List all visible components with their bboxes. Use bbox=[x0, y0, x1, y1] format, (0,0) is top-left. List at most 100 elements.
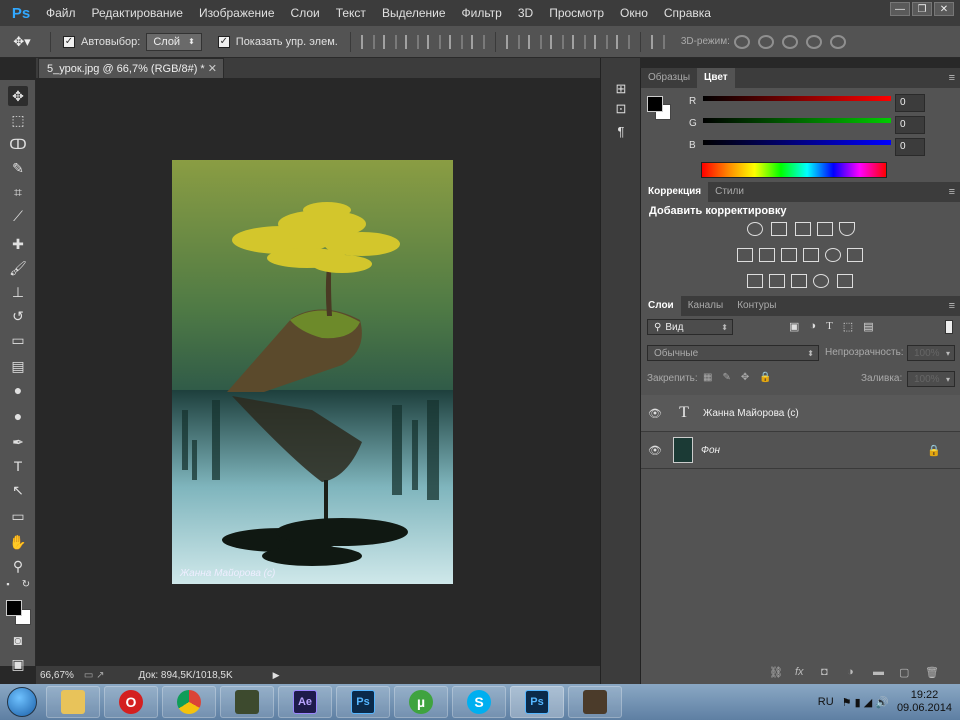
healing-brush-tool-icon[interactable]: ✚ bbox=[8, 234, 28, 254]
marquee-tool-icon[interactable]: ⬚ bbox=[8, 110, 28, 130]
3d-pan-icon[interactable] bbox=[781, 34, 798, 49]
delete-layer-icon[interactable]: 🗑 bbox=[925, 666, 939, 679]
auto-align-icon[interactable] bbox=[650, 34, 665, 49]
lasso-tool-icon[interactable]: ↀ bbox=[8, 134, 28, 154]
menu-help[interactable]: Справка bbox=[656, 0, 719, 26]
show-transform-checkbox[interactable]: ✓ bbox=[217, 35, 230, 48]
document-tab[interactable]: 5_урок.jpg @ 66,7% (RGB/8#) * ✕ bbox=[38, 58, 224, 78]
3d-scale-icon[interactable] bbox=[829, 34, 846, 49]
quick-select-tool-icon[interactable]: ✎ bbox=[8, 158, 28, 178]
history-panel-icon[interactable]: ⊞ bbox=[611, 80, 631, 98]
menu-image[interactable]: Изображение bbox=[191, 0, 283, 26]
gradient-map-icon[interactable] bbox=[837, 274, 853, 288]
taskbar-utorrent[interactable]: µ bbox=[394, 686, 448, 718]
menu-select[interactable]: Выделение bbox=[374, 0, 454, 26]
taskbar-photoshop[interactable]: Ps bbox=[336, 686, 390, 718]
menu-type[interactable]: Текст bbox=[328, 0, 374, 26]
blur-tool-icon[interactable]: ● bbox=[8, 380, 28, 400]
black-white-icon[interactable] bbox=[781, 248, 797, 262]
rectangle-tool-icon[interactable]: ▭ bbox=[8, 506, 28, 526]
align-right-icon[interactable] bbox=[470, 34, 485, 49]
tab-channels[interactable]: Каналы bbox=[681, 296, 731, 316]
crop-tool-icon[interactable]: ⌗ bbox=[8, 182, 28, 202]
color-lookup-icon[interactable] bbox=[847, 248, 863, 262]
screen-mode-icon[interactable]: ▣ bbox=[8, 654, 28, 674]
layer-name[interactable]: Фон bbox=[701, 445, 720, 456]
language-indicator[interactable]: RU bbox=[818, 696, 834, 708]
distribute-left-icon[interactable] bbox=[571, 34, 586, 49]
3d-roll-icon[interactable] bbox=[757, 34, 774, 49]
filter-shape-icon[interactable]: ⬚ bbox=[843, 320, 853, 333]
fill-field[interactable]: 100% ▾ bbox=[907, 371, 955, 387]
color-balance-icon[interactable] bbox=[759, 248, 775, 262]
default-colors-icon[interactable]: ▪ bbox=[2, 578, 14, 590]
align-bottom-icon[interactable] bbox=[404, 34, 419, 49]
start-button[interactable] bbox=[0, 684, 44, 720]
dodge-tool-icon[interactable]: ● bbox=[8, 406, 28, 426]
align-hcenter-icon[interactable] bbox=[448, 34, 463, 49]
close-icon[interactable]: ✕ bbox=[934, 2, 954, 16]
layer-row-text[interactable]: 👁 T Жанна Майорова (с) bbox=[641, 395, 960, 432]
foreground-color-swatch[interactable] bbox=[6, 600, 22, 616]
distribute-hcenter-icon[interactable] bbox=[593, 34, 608, 49]
filter-smart-icon[interactable]: ▤ bbox=[863, 320, 873, 333]
visibility-eye-icon[interactable]: 👁 bbox=[641, 407, 669, 420]
layer-style-icon[interactable]: fx bbox=[795, 666, 809, 678]
align-vcenter-icon[interactable] bbox=[382, 34, 397, 49]
hand-tool-icon[interactable]: ✋ bbox=[8, 532, 28, 552]
tab-swatches[interactable]: Образцы bbox=[641, 68, 697, 88]
posterize-icon[interactable] bbox=[769, 274, 785, 288]
visibility-eye-icon[interactable]: 👁 bbox=[641, 444, 669, 457]
taskbar-skype[interactable]: S bbox=[452, 686, 506, 718]
lock-pixels-icon[interactable]: ✎ bbox=[722, 372, 730, 383]
exposure-icon[interactable] bbox=[817, 222, 833, 236]
document-image[interactable] bbox=[172, 160, 453, 584]
levels-icon[interactable] bbox=[771, 222, 787, 236]
autoselect-checkbox[interactable]: ✓ bbox=[63, 35, 75, 48]
distribute-top-icon[interactable] bbox=[505, 34, 520, 49]
new-adjustment-layer-icon[interactable]: ◑ bbox=[847, 666, 861, 678]
panel-menu-icon[interactable]: ≡ bbox=[949, 300, 955, 312]
move-tool-icon[interactable]: ✥ bbox=[8, 86, 28, 106]
3d-slide-icon[interactable] bbox=[805, 34, 822, 49]
menu-3d[interactable]: 3D bbox=[510, 0, 541, 26]
tab-styles[interactable]: Стили bbox=[708, 182, 751, 202]
new-layer-icon[interactable]: ▢ bbox=[899, 666, 913, 679]
menu-window[interactable]: Окно bbox=[612, 0, 656, 26]
filter-type-icon[interactable]: T bbox=[826, 320, 833, 333]
filter-toggle[interactable] bbox=[945, 320, 953, 334]
b-value[interactable]: 0 bbox=[895, 138, 925, 156]
panel-menu-icon[interactable]: ≡ bbox=[949, 186, 955, 198]
quick-mask-icon[interactable]: ◙ bbox=[8, 630, 28, 650]
close-tab-icon[interactable]: ✕ bbox=[208, 62, 217, 75]
clock[interactable]: 19:22 09.06.2014 bbox=[897, 689, 952, 715]
g-value[interactable]: 0 bbox=[895, 116, 925, 134]
eraser-tool-icon[interactable]: ▭ bbox=[8, 330, 28, 350]
channel-mixer-icon[interactable] bbox=[825, 248, 841, 262]
filter-adjustment-icon[interactable]: ◑ bbox=[809, 320, 816, 333]
menu-view[interactable]: Просмотр bbox=[541, 0, 612, 26]
type-tool-icon[interactable]: T bbox=[8, 456, 28, 476]
paragraph-panel-icon[interactable]: ¶ bbox=[611, 122, 631, 140]
tab-adjustments[interactable]: Коррекция bbox=[641, 182, 709, 202]
menu-edit[interactable]: Редактирование bbox=[84, 0, 191, 26]
lock-transparent-icon[interactable]: ▦ bbox=[703, 372, 712, 383]
new-group-icon[interactable]: ▬ bbox=[873, 666, 887, 678]
add-mask-icon[interactable]: ◘ bbox=[821, 666, 835, 678]
curves-icon[interactable] bbox=[795, 222, 811, 236]
brightness-icon[interactable] bbox=[747, 222, 763, 236]
align-top-icon[interactable] bbox=[360, 34, 375, 49]
gradient-tool-icon[interactable]: ▤ bbox=[8, 356, 28, 376]
menu-file[interactable]: Файл bbox=[38, 0, 84, 26]
lock-position-icon[interactable]: ✥ bbox=[741, 372, 749, 383]
r-value[interactable]: 0 bbox=[895, 94, 925, 112]
taskbar-opera[interactable]: O bbox=[104, 686, 158, 718]
layer-name[interactable]: Жанна Майорова (с) bbox=[703, 408, 799, 419]
tab-paths[interactable]: Контуры bbox=[730, 296, 783, 316]
taskbar-after-effects[interactable]: Ae bbox=[278, 686, 332, 718]
tab-color[interactable]: Цвет bbox=[697, 68, 735, 88]
taskbar-app-4[interactable] bbox=[220, 686, 274, 718]
hue-saturation-icon[interactable] bbox=[737, 248, 753, 262]
autoselect-dropdown[interactable]: Слой ⬍ bbox=[146, 32, 202, 51]
menu-filter[interactable]: Фильтр bbox=[454, 0, 510, 26]
